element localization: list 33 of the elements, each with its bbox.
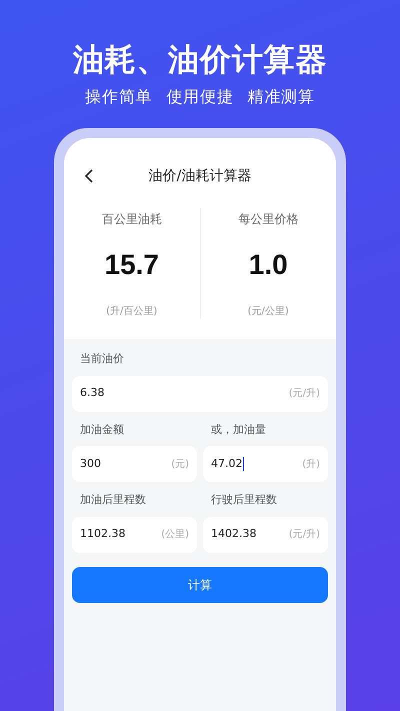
field-label: 加油后里程数 [79,492,147,508]
tagline-text: 使用便捷 [166,86,234,108]
input-field[interactable]: 1402.38 (元/升) [203,516,328,552]
field-label: 行驶后里程数 [210,492,278,508]
stat-label: 百公里油耗 [102,211,162,228]
field-value: 6.38 [80,385,104,402]
headline: 油耗、油价计算器 [72,41,328,80]
stat-label: 每公里价格 [238,211,298,228]
input-field[interactable]: 47.02 (升) [203,446,328,482]
calculate-button[interactable]: 计算 [72,566,328,602]
stat-unit: (升/百公里) [106,304,158,319]
input-field[interactable]: 300 (元) [72,446,197,482]
tagline-text: 操作简单 [85,86,152,108]
stat-value: 1.0 [248,248,288,282]
field-value: 1102.38 [80,526,126,542]
input-field[interactable]: 1102.38 (公里) [72,516,197,552]
input-field[interactable]: 6.38 (元/升) [72,376,328,412]
field-value: 1402.38 [211,526,256,542]
unit-text: (元) [171,458,189,472]
tagline-text: 精准测算 [248,86,315,108]
stat-unit: (元/公里) [248,305,289,319]
field-value: 300 [80,456,101,472]
field-label: 加油金额 [79,422,125,438]
unit-text: (升) [302,458,320,472]
field-value: 47.02 [211,456,242,472]
back-icon[interactable] [84,169,93,183]
field-label: 当前油价 [79,351,125,367]
unit-text: (元/升) [288,386,320,401]
field-label: 或，加油量 [210,422,267,438]
unit-text: (元/升) [288,528,320,542]
unit-text: (公里) [161,528,189,542]
screen-title: 油价/油耗计算器 [148,166,252,186]
stat-value: 15.7 [104,248,159,282]
